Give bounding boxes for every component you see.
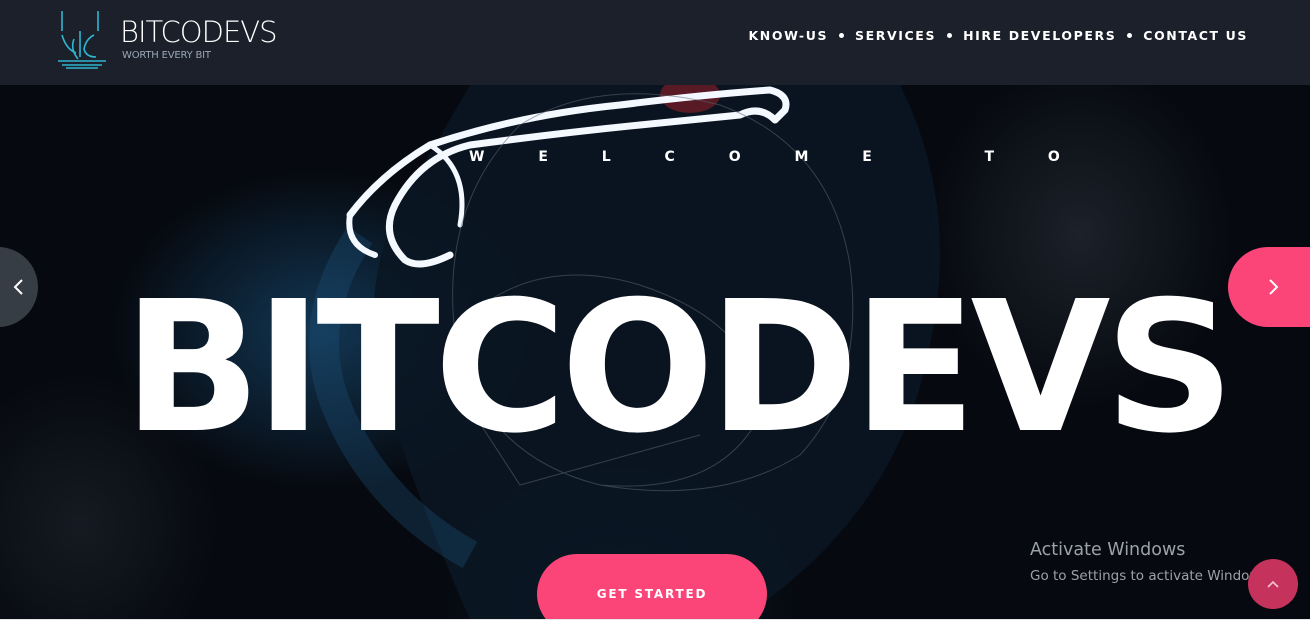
scroll-to-top-button[interactable]	[1248, 559, 1298, 609]
nav-separator-dot	[947, 33, 953, 38]
site-header: BITCODEVS WORTH EVERY BIT KNOW-US SERVIC…	[0, 0, 1310, 85]
windows-activation-title: Activate Windows	[1030, 540, 1186, 560]
hero-welcome-text: W E L C O M E T O	[469, 149, 1085, 165]
hero-slider: W E L C O M E T O BITCODEVS GET STARTED …	[0, 85, 1310, 620]
get-started-button[interactable]: GET STARTED	[537, 554, 767, 620]
brand-tagline: WORTH EVERY BIT	[122, 50, 211, 61]
main-nav: KNOW-US SERVICES HIRE DEVELOPERS CONTACT…	[749, 28, 1249, 43]
chevron-left-icon	[13, 279, 23, 295]
brand-name[interactable]: BITCODEVS	[120, 14, 278, 50]
chevron-right-icon	[1269, 279, 1279, 295]
bitcodevs-logo-icon[interactable]	[56, 9, 110, 69]
nav-link-know-us[interactable]: KNOW-US	[749, 28, 829, 43]
nav-link-contact-us[interactable]: CONTACT US	[1143, 28, 1248, 43]
nav-separator-dot	[839, 33, 845, 38]
slider-next-button[interactable]	[1228, 247, 1310, 327]
chevron-up-icon	[1267, 580, 1279, 588]
nav-separator-dot	[1127, 33, 1133, 38]
nav-link-hire-developers[interactable]: HIRE DEVELOPERS	[963, 28, 1116, 43]
nav-link-services[interactable]: SERVICES	[855, 28, 936, 43]
hero-title: BITCODEVS	[123, 262, 1235, 473]
windows-activation-subtitle: Go to Settings to activate Windows.	[1030, 568, 1272, 584]
